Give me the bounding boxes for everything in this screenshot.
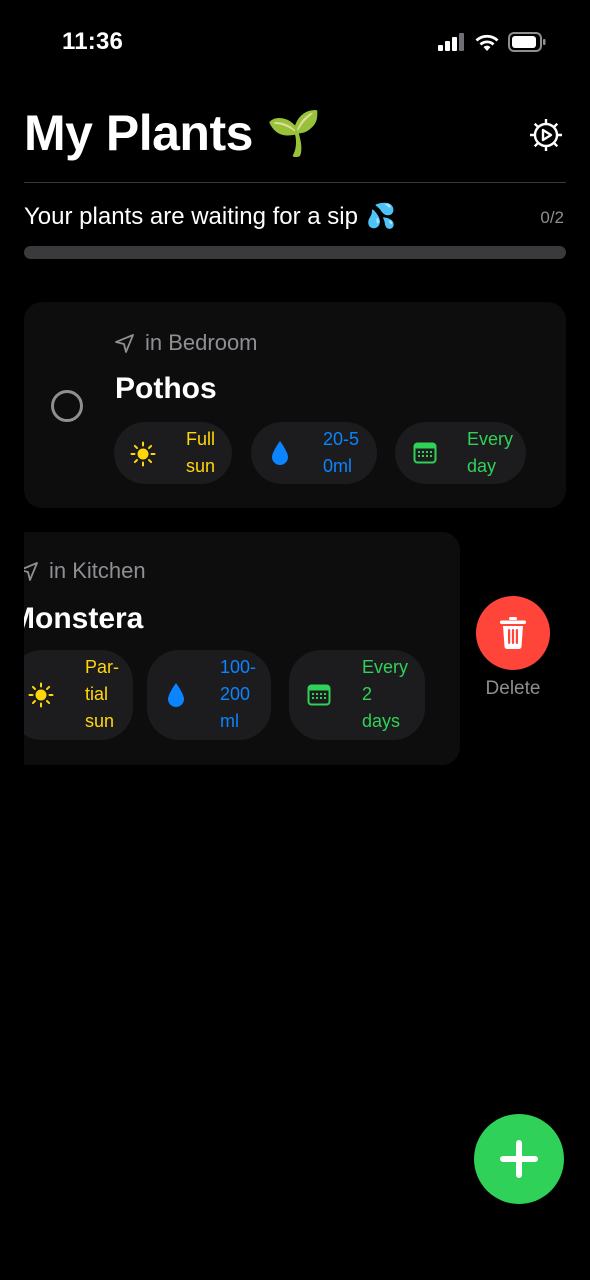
calendar-icon [413,441,437,465]
schedule-label-line: Every [467,429,514,449]
calendar-icon [307,683,331,707]
schedule-label-line: day [467,456,497,476]
schedule-label-line: days [362,711,401,731]
status-icons [438,32,546,52]
trash-icon [500,617,526,649]
plant-card-pothos[interactable]: in Bedroom Pothos Full sun 20-5 0ml Ever… [24,302,566,508]
plant-name: Pothos [115,372,217,405]
schedule-label-line: 2 [362,684,373,704]
progress-count: 0/2 [540,208,564,227]
progress-bar [24,246,566,259]
page-title: My Plants 🌱 [24,104,322,162]
water-chip: 20-5 0ml [251,422,377,484]
plant-location: in Bedroom [114,330,258,356]
water-label-line: ml [220,711,239,731]
water-check-circle[interactable] [51,390,83,422]
plant-location: in Kitchen [24,558,146,584]
location-arrow-icon [115,333,134,353]
wifi-icon [475,34,499,51]
plus-icon [500,1140,538,1178]
water-drop-icon [167,682,185,708]
progress-message: Your plants are waiting for a sip 💦 [24,202,396,231]
sweat-drops-emoji: 💦 [365,203,396,230]
sun-label-line: sun [85,711,115,731]
plant-card-monstera[interactable]: in Kitchen Monstera Par- tial sun [24,532,460,765]
progress-message-text: Your plants are waiting for a sip [24,202,358,230]
plant-location-text: in Kitchen [49,558,146,583]
gear-icon[interactable] [528,117,564,153]
schedule-chip: Every day [395,422,526,484]
signal-icon [438,33,464,51]
water-drop-icon [271,440,289,466]
schedule-label-line: Every [362,657,409,677]
water-label-line: 200 [220,684,251,704]
battery-icon [508,32,546,52]
plant-name: Monstera [24,602,144,635]
schedule-chip: Every 2 days [289,650,425,740]
location-arrow-icon [24,561,38,581]
add-plant-button[interactable] [474,1114,564,1204]
sun-icon [28,682,54,708]
sun-label-line: Full [186,429,216,449]
delete-label: Delete [485,678,541,699]
sun-label-line: Par- [85,657,120,677]
water-label-line: 20-5 [323,429,360,449]
sun-chip: Full sun [114,422,232,484]
sprout-emoji: 🌱 [266,109,322,158]
header-divider [24,182,566,183]
status-time: 11:36 [62,28,124,55]
sun-label-line: tial [85,684,109,704]
sun-label-line: sun [186,456,216,476]
sun-chip: Par- tial sun [24,650,133,740]
delete-button[interactable] [476,596,550,670]
sun-icon [130,441,156,467]
water-label-line: 100- [220,657,257,677]
water-label-line: 0ml [323,456,353,476]
water-chip: 100- 200 ml [147,650,271,740]
page-title-text: My Plants [24,105,253,161]
plant-location-text: in Bedroom [145,330,258,355]
